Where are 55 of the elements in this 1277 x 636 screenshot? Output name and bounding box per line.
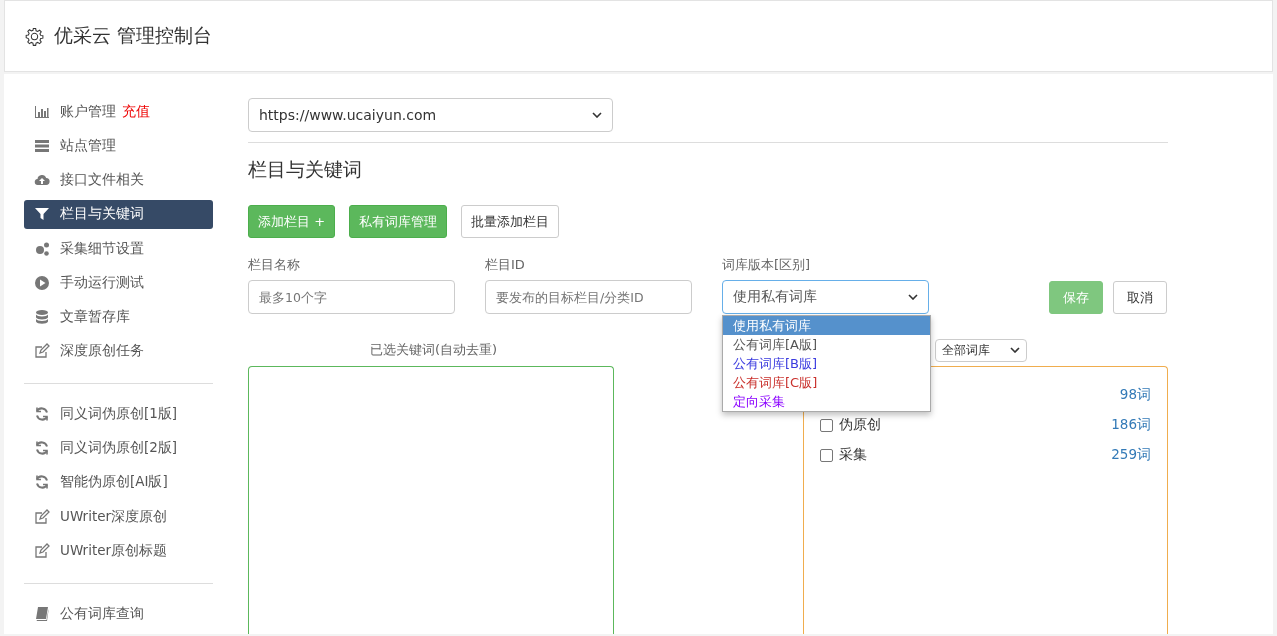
sidebar-item[interactable]: 手动运行测试: [24, 268, 213, 297]
dropdown-option[interactable]: 公有词库[A版]: [723, 335, 930, 354]
refresh-icon: [34, 474, 50, 491]
section-title: 栏目与关键词: [248, 157, 363, 182]
recharge-link[interactable]: 充值: [122, 103, 150, 122]
word-count: 98词: [1119, 386, 1151, 404]
caret-icon: [1010, 347, 1021, 353]
chart-icon: [34, 104, 50, 121]
play-icon: [34, 274, 50, 291]
field-label: 栏目ID: [485, 256, 526, 274]
filter-icon: [34, 206, 50, 223]
field-label: 词库版本[区别]: [722, 256, 812, 274]
sidebar-item[interactable]: 栏目与关键词: [24, 200, 213, 229]
word-count: 259词: [1111, 446, 1151, 464]
header-title: 优采云 管理控制台: [54, 23, 213, 48]
sidebar-item[interactable]: UWriter原创标题: [24, 536, 213, 565]
dropdown-option[interactable]: 公有词库[C版]: [723, 373, 930, 392]
dropdown-option[interactable]: 公有词库[B版]: [723, 354, 930, 373]
edit-icon: [34, 343, 50, 360]
sidebar-item[interactable]: 智能伪原创[AI版]: [24, 468, 213, 497]
edit-icon: [34, 542, 50, 559]
sidebar-item[interactable]: 站点管理: [24, 132, 213, 161]
refresh-icon: [34, 440, 50, 457]
site-select[interactable]: https://www.ucaiyun.com: [248, 98, 613, 132]
cancel-button[interactable]: 取消: [1113, 281, 1167, 314]
batch-add-button[interactable]: 批量添加栏目: [461, 205, 560, 238]
sidebar-item[interactable]: 公有词库查询: [24, 599, 213, 628]
settings-icon: [25, 26, 44, 46]
sidebar-item[interactable]: 同义词伪原创[1版]: [24, 400, 213, 429]
sidebar-item[interactable]: 采集细节设置: [24, 234, 213, 263]
refresh-icon: [34, 406, 50, 423]
database-icon: [34, 308, 50, 325]
caret-icon: [592, 112, 602, 118]
library-select[interactable]: 使用私有词库: [722, 280, 929, 314]
sidebar-item[interactable]: 深度原创任务: [24, 337, 213, 366]
caret-icon: [908, 294, 918, 300]
sidebar-item[interactable]: 同义词伪原创[2版]: [24, 434, 213, 463]
selected-keywords-label: 已选关键词(自动去重): [370, 341, 498, 359]
sidebar-item[interactable]: 账户管理 充值: [24, 98, 213, 127]
field-label: 栏目名称: [248, 256, 301, 274]
word-count: 186词: [1111, 416, 1151, 434]
library-filter-select[interactable]: 全部词库: [935, 338, 1028, 362]
edit-icon: [34, 508, 50, 525]
input-field[interactable]: 要发布的目标栏目/分类ID: [485, 280, 692, 314]
library-name: 伪原创: [839, 416, 882, 434]
sidebar-item[interactable]: 文章暂存库: [24, 302, 213, 331]
checkbox[interactable]: [820, 448, 834, 462]
dropdown-option[interactable]: 定向采集: [723, 392, 930, 411]
checkbox[interactable]: [820, 418, 834, 432]
sidebar-item[interactable]: 接口文件相关: [24, 166, 213, 195]
book-icon: [34, 605, 50, 622]
server-icon: [34, 138, 50, 155]
sidebar-item[interactable]: UWriter深度原创: [24, 502, 213, 531]
library-name: 采集: [839, 446, 868, 464]
input-field[interactable]: 最多10个字: [248, 280, 455, 314]
